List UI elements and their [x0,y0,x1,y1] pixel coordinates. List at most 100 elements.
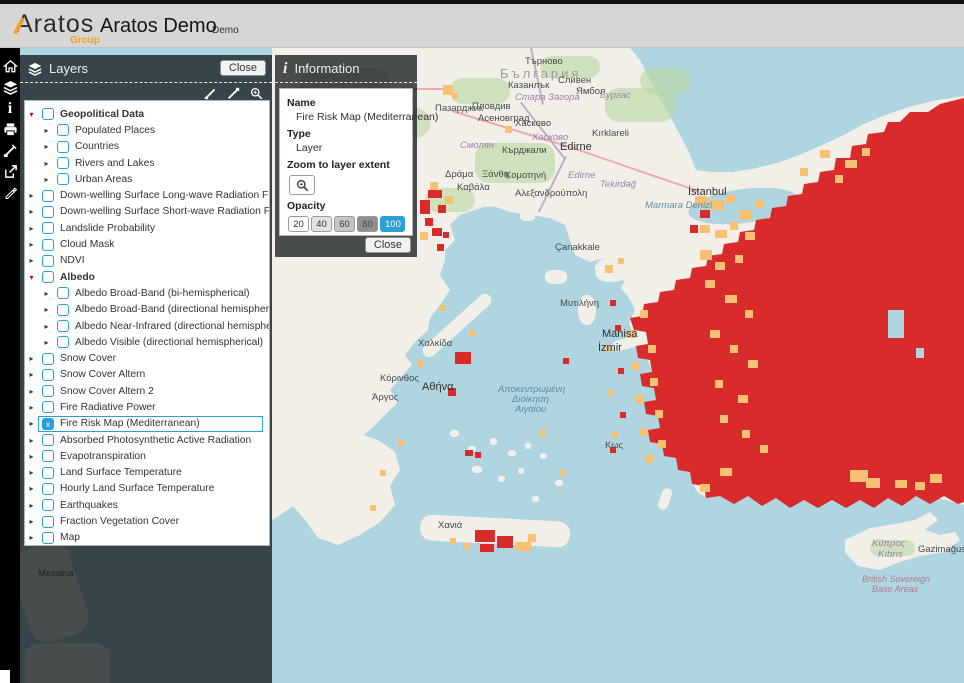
layer-tree-row[interactable]: ▸Snow Cover Altern 2 [25,383,269,399]
layer-tree-row[interactable]: ▸Earthquakes [25,497,269,513]
layer-visibility-checkbox[interactable] [42,190,54,202]
layer-row-box[interactable]: Albedo Visible (directional hemispherica… [53,334,267,350]
measure-icon[interactable] [0,140,20,161]
layer-visibility-checkbox[interactable] [42,271,54,283]
layer-row-box[interactable]: Countries [53,139,263,155]
layer-row-box[interactable]: Hourly Land Surface Temperature [38,481,263,497]
expand-icon[interactable]: ▸ [25,387,38,396]
layer-visibility-checkbox[interactable] [42,516,54,528]
layer-visibility-checkbox[interactable] [57,124,69,136]
layer-tree-row[interactable]: ▸Down-welling Surface Long-wave Radiatio… [25,187,269,203]
opacity-100-button[interactable]: 100 [380,216,405,232]
expand-icon[interactable]: ▸ [25,256,38,265]
layer-row-box[interactable]: Rivers and Lakes [53,155,263,171]
pencil-icon[interactable] [0,182,20,203]
layer-tree-row[interactable]: ▸Albedo Near-Infrared (directional hemis… [25,318,269,334]
layer-row-box[interactable]: Populated Places [53,122,263,138]
expand-icon[interactable]: ▸ [25,517,38,526]
layer-row-box[interactable]: Fire Radiative Power [38,399,263,415]
layer-row-box[interactable]: Fraction Vegetation Cover [38,514,263,530]
expand-icon[interactable]: ▸ [25,191,38,200]
layer-visibility-checkbox[interactable] [42,401,54,413]
layer-visibility-checkbox[interactable] [42,369,54,381]
layers-close-button[interactable]: Close [220,60,266,76]
expand-icon[interactable]: ▸ [25,207,38,216]
expand-icon[interactable]: ▸ [25,452,38,461]
layer-row-box[interactable]: Absorbed Photosynthetic Active Radiation [38,432,263,448]
export-icon[interactable] [0,161,20,182]
expand-icon[interactable]: ▸ [25,419,38,428]
layer-tree-row[interactable]: ▸Fraction Vegetation Cover [25,513,269,529]
layer-visibility-checkbox[interactable] [42,255,54,267]
layer-tree-row[interactable]: ▸Snow Cover Altern [25,367,269,383]
layers-icon[interactable] [0,77,20,98]
layer-tree-row[interactable]: ▸Cloud Mask [25,236,269,252]
layer-visibility-checkbox[interactable] [42,385,54,397]
layer-visibility-checkbox[interactable] [42,483,54,495]
expand-icon[interactable]: ▸ [25,484,38,493]
layer-tree-row[interactable]: ▸Populated Places [25,122,269,138]
layer-tree-row[interactable]: ▸Fire Radiative Power [25,399,269,415]
layer-row-box[interactable]: Albedo Broad-Band (bi-hemispherical) [53,285,263,301]
draw-icon[interactable] [226,86,241,101]
layer-row-box[interactable]: Geopolitical Data [38,106,263,122]
layer-row-box[interactable]: Down-welling Surface Long-wave Radiation… [38,188,270,204]
layer-row-box[interactable]: Urban Areas [53,171,263,187]
info-icon[interactable]: i [0,98,20,119]
layer-row-box[interactable]: Earthquakes [38,497,263,513]
layer-tree-row[interactable]: ▸Snow Cover [25,350,269,366]
layer-visibility-checkbox[interactable] [57,304,69,316]
layer-tree-row[interactable]: ▸Landslide Probability [25,220,269,236]
layer-row-box[interactable]: Land Surface Temperature [38,465,263,481]
layer-tree-row[interactable]: ▸Land Surface Temperature [25,465,269,481]
layer-tree-row[interactable]: ▸Map [25,530,269,546]
expand-icon[interactable]: ▸ [25,224,38,233]
layer-visibility-checkbox[interactable] [42,450,54,462]
expand-icon[interactable]: ▸ [40,175,53,184]
layer-row-box[interactable]: Landslide Probability [38,220,263,236]
layer-visibility-checkbox[interactable] [57,173,69,185]
collapse-icon[interactable]: ▾ [25,273,38,282]
home-icon[interactable] [0,56,20,77]
expand-icon[interactable]: ▸ [40,338,53,347]
expand-icon[interactable]: ▸ [25,240,38,249]
expand-icon[interactable]: ▸ [25,403,38,412]
layer-visibility-checkbox[interactable] [57,320,69,332]
layer-visibility-checkbox[interactable] [42,222,54,234]
layer-row-box[interactable]: Snow Cover [38,351,263,367]
layer-tree-row[interactable]: ▸Albedo Broad-Band (bi-hemispherical) [25,285,269,301]
opacity-60-button[interactable]: 60 [334,216,355,232]
expand-icon[interactable]: ▸ [40,322,53,331]
layer-row-box[interactable]: Cloud Mask [38,237,263,253]
expand-icon[interactable]: ▸ [25,468,38,477]
expand-icon[interactable]: ▸ [40,159,53,168]
layer-row-box[interactable]: Snow Cover Altern 2 [38,383,263,399]
layer-tree-row[interactable]: ▾Albedo [25,269,269,285]
layer-tree-row[interactable]: ▾Geopolitical Data [25,106,269,122]
layer-visibility-checkbox[interactable] [57,287,69,299]
layer-tree-row[interactable]: ▸Hourly Land Surface Temperature [25,481,269,497]
print-icon[interactable] [0,119,20,140]
layer-visibility-checkbox[interactable] [42,353,54,365]
layer-visibility-checkbox[interactable] [42,434,54,446]
layer-visibility-checkbox[interactable] [42,532,54,544]
zoom-extent-button[interactable] [289,175,315,195]
expand-icon[interactable]: ▸ [25,501,38,510]
collapse-icon[interactable]: ▾ [25,110,38,119]
measure-icon[interactable] [203,86,218,101]
layer-row-box[interactable]: Evapotranspiration [38,448,263,464]
layer-tree-row[interactable]: ▸Urban Areas [25,171,269,187]
layer-row-box[interactable]: xFire Risk Map (Mediterranean) [38,416,263,432]
expand-icon[interactable]: ▸ [40,142,53,151]
layer-visibility-checkbox[interactable] [42,206,54,218]
layer-row-box[interactable]: NDVI [38,253,263,269]
zoom-box-icon[interactable] [249,86,264,101]
expand-icon[interactable]: ▸ [25,533,38,542]
layer-row-box[interactable]: Albedo Broad-Band (directional hemispher… [53,302,270,318]
layer-visibility-checkbox[interactable] [57,141,69,153]
layer-tree-row[interactable]: ▸NDVI [25,253,269,269]
layer-visibility-checkbox[interactable] [57,157,69,169]
expand-icon[interactable]: ▸ [25,370,38,379]
opacity-80-button[interactable]: 80 [357,216,378,232]
layer-row-box[interactable]: Albedo Near-Infrared (directional hemisp… [53,318,270,334]
